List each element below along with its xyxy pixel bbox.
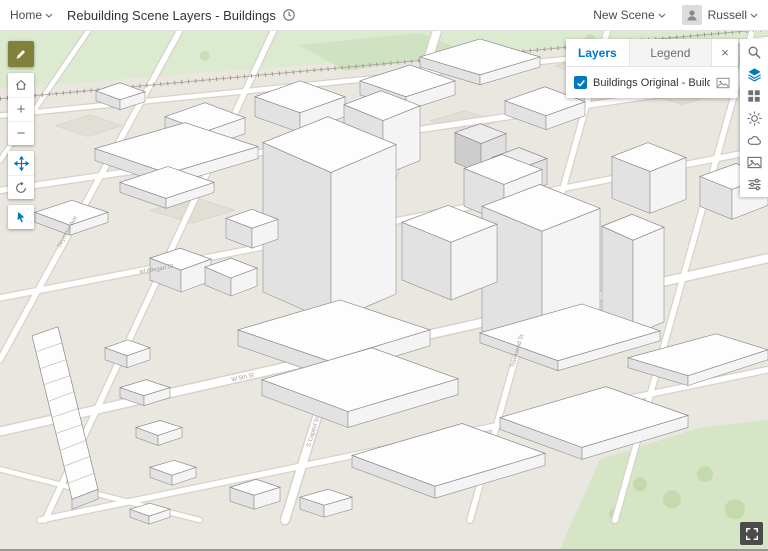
search-button[interactable] — [740, 41, 768, 63]
settings-sliders-icon — [747, 178, 761, 190]
tab-legend[interactable]: Legend — [628, 39, 712, 66]
chevron-down-icon — [658, 13, 666, 18]
pan-icon — [13, 155, 29, 171]
zoom-out-button[interactable]: − — [8, 121, 34, 145]
map-area: Seymour Ave W Allegan St W 5th St S Capi… — [0, 31, 768, 551]
layer-list-item: Buildings Original - Building... — [566, 67, 738, 98]
zoom-in-button[interactable]: + — [8, 97, 34, 121]
edit-tool-card — [8, 41, 34, 67]
pan-button[interactable] — [8, 151, 34, 175]
user-name: Russell — [707, 8, 747, 22]
layer-thumbnail-icon[interactable] — [716, 77, 730, 89]
page-title: Rebuilding Scene Layers - Buildings — [67, 7, 276, 23]
home-menu[interactable]: Home — [10, 8, 53, 22]
panel-tabs: Layers Legend × — [566, 39, 738, 67]
home-view-button[interactable] — [8, 73, 34, 97]
building — [401, 204, 498, 301]
check-icon — [576, 79, 585, 87]
settings-button[interactable] — [740, 173, 768, 195]
left-toolbar: + − — [8, 41, 34, 229]
home-label: Home — [10, 8, 43, 22]
tab-layers[interactable]: Layers — [566, 39, 629, 66]
home-icon — [15, 79, 27, 90]
new-scene-menu[interactable]: New Scene — [593, 8, 666, 22]
weather-button[interactable] — [740, 129, 768, 151]
daylight-button[interactable] — [740, 107, 768, 129]
select-button[interactable] — [8, 205, 34, 229]
building — [611, 142, 687, 214]
cloud-icon — [747, 135, 761, 145]
history-icon[interactable] — [282, 8, 296, 22]
person-icon — [687, 10, 697, 21]
layer-label: Buildings Original - Building... — [593, 76, 710, 89]
slides-icon — [746, 156, 762, 168]
slides-button[interactable] — [740, 151, 768, 173]
basemap-icon — [748, 90, 760, 102]
app-header: Home Rebuilding Scene Layers - Buildings… — [0, 0, 768, 31]
select-tool-card — [8, 205, 34, 229]
layer-checkbox[interactable] — [574, 76, 587, 89]
fullscreen-icon — [745, 527, 758, 540]
user-menu[interactable]: Russell — [708, 8, 758, 22]
close-panel-button[interactable]: × — [712, 39, 738, 66]
search-icon — [748, 46, 761, 59]
chevron-down-icon — [750, 13, 758, 18]
sun-icon — [746, 110, 762, 126]
right-toolbar — [740, 39, 768, 197]
scene-3d-map[interactable]: Seymour Ave W Allegan St W 5th St S Capi… — [0, 31, 768, 549]
rotate-button[interactable] — [8, 175, 34, 199]
building-main-tower — [262, 116, 397, 323]
scene-viewer-app: Home Rebuilding Scene Layers - Buildings… — [0, 0, 768, 551]
layers-icon — [747, 67, 761, 82]
fullscreen-button[interactable] — [740, 522, 763, 545]
new-scene-label: New Scene — [593, 8, 655, 22]
edit-button[interactable] — [8, 41, 34, 67]
chevron-down-icon — [45, 13, 53, 18]
zoom-tool-card: + − — [8, 73, 34, 145]
user-avatar — [681, 5, 702, 25]
navigation-tool-card — [8, 151, 34, 199]
cursor-icon — [17, 211, 24, 222]
basemap-button[interactable] — [740, 85, 768, 107]
layers-button[interactable] — [740, 63, 768, 85]
rotate-icon — [16, 180, 26, 193]
pencil-icon — [16, 50, 26, 59]
layers-panel: Layers Legend × Buildings Original - Bui… — [566, 39, 738, 98]
